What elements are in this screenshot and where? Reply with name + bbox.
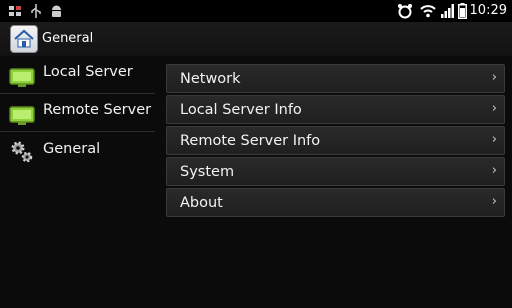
status-bar: 10:29: [0, 0, 512, 22]
settings-item-local-server-info[interactable]: Local Server Info ›: [166, 95, 505, 124]
settings-item-label: Remote Server Info: [180, 133, 321, 149]
chevron-right-icon: ›: [491, 70, 497, 85]
app-icon[interactable]: [10, 25, 38, 53]
settings-item-label: System: [180, 164, 235, 180]
chevron-right-icon: ›: [491, 163, 497, 178]
monitor-icon: [9, 68, 35, 87]
notification-grid-icon: [9, 6, 21, 16]
status-time: 10:29: [469, 3, 507, 18]
sidebar-item-label: Remote Server: [43, 102, 152, 118]
settings-item-label: Local Server Info: [180, 102, 302, 118]
sidebar-item-general[interactable]: General: [0, 137, 155, 175]
settings-item-remote-server-info[interactable]: Remote Server Info ›: [166, 126, 505, 155]
gears-icon: [11, 141, 33, 163]
signal-icon: [441, 4, 454, 18]
settings-item-system[interactable]: System ›: [166, 157, 505, 186]
house-icon: [14, 29, 34, 48]
settings-item-label: About: [180, 195, 223, 211]
settings-item-network[interactable]: Network ›: [166, 64, 505, 93]
divider: [0, 93, 155, 94]
monitor-icon: [9, 106, 35, 125]
alarm-icon: [398, 4, 412, 19]
sidebar-item-label: Local Server: [43, 64, 133, 80]
divider: [0, 131, 155, 132]
settings-item-about[interactable]: About ›: [166, 188, 505, 217]
chevron-right-icon: ›: [491, 132, 497, 147]
chevron-right-icon: ›: [491, 194, 497, 209]
wifi-icon: [420, 5, 436, 18]
settings-item-label: Network: [180, 71, 241, 87]
usb-icon: [31, 4, 41, 18]
battery-icon: [458, 3, 467, 19]
sidebar-item-label: General: [43, 141, 101, 157]
android-debug-icon: [52, 5, 61, 17]
chevron-right-icon: ›: [491, 101, 497, 116]
page-title: General: [42, 31, 94, 46]
